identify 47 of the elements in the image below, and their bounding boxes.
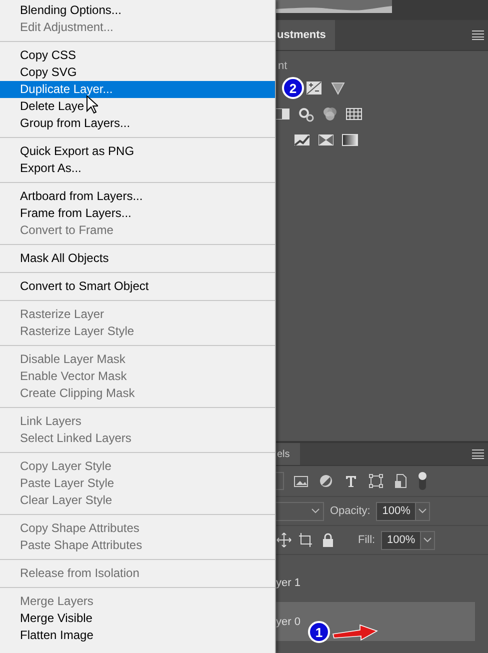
color-circles-icon[interactable] <box>322 106 338 122</box>
chevron-icon[interactable] <box>423 537 432 543</box>
opacity-field[interactable]: 100% <box>376 502 430 520</box>
fill-label: Fill: <box>358 534 376 546</box>
image-icon[interactable] <box>293 473 309 489</box>
panel-tab[interactable]: els <box>276 443 300 465</box>
exposure-icon[interactable] <box>306 80 322 96</box>
transform-icon[interactable] <box>368 473 384 489</box>
text-icon[interactable] <box>343 473 359 489</box>
layer-row[interactable]: yer 1 <box>276 563 475 602</box>
panel-tab[interactable]: ustments <box>276 20 335 50</box>
menu-item[interactable]: Group from Layers... <box>0 115 275 132</box>
menu-icon[interactable] <box>472 449 484 459</box>
menu-item[interactable]: Copy CSS <box>0 47 275 64</box>
menu-item[interactable]: Artboard from Layers... <box>0 188 275 205</box>
toggle-icon[interactable] <box>418 471 427 491</box>
triangle-icon[interactable] <box>330 80 346 96</box>
menu-item[interactable]: Convert to Smart Object <box>0 278 275 295</box>
hourglass-icon[interactable] <box>318 132 334 148</box>
menu-item[interactable]: Quick Export as PNG <box>0 143 275 160</box>
menu-icon[interactable] <box>472 30 484 40</box>
menu-item[interactable]: Delete Laye <box>0 98 275 115</box>
menu-item[interactable]: Flatten Image <box>0 627 275 644</box>
menu-item[interactable]: Export As... <box>0 160 275 177</box>
step-badge: 2 <box>282 77 304 99</box>
move-icon[interactable] <box>276 532 292 548</box>
menu-item[interactable]: Merge Visible <box>0 610 275 627</box>
cursor-icon <box>86 95 98 114</box>
crop-icon[interactable] <box>298 532 314 548</box>
section-label: nt <box>278 59 288 74</box>
chevron-icon[interactable] <box>311 508 320 514</box>
menu-item[interactable]: Mask All Objects <box>0 250 275 267</box>
arrow-icon <box>332 622 378 642</box>
camera-icon[interactable] <box>298 106 314 122</box>
opacity-label: Opacity: <box>330 505 370 517</box>
menu-item[interactable]: Duplicate Layer... <box>0 81 275 98</box>
curves-icon[interactable] <box>294 132 310 148</box>
grid-icon[interactable] <box>346 106 362 122</box>
file-icon[interactable] <box>393 473 409 489</box>
menu-item[interactable]: Copy SVG <box>0 64 275 81</box>
fill-field[interactable]: 100% <box>381 530 436 550</box>
chevron-icon[interactable] <box>418 508 428 514</box>
lock-icon[interactable] <box>320 532 336 548</box>
gradient-icon[interactable] <box>342 132 358 148</box>
half-circle-icon[interactable] <box>318 473 334 489</box>
menu-item[interactable]: Frame from Layers... <box>0 205 275 222</box>
menu-item[interactable]: Blending Options... <box>0 2 275 19</box>
